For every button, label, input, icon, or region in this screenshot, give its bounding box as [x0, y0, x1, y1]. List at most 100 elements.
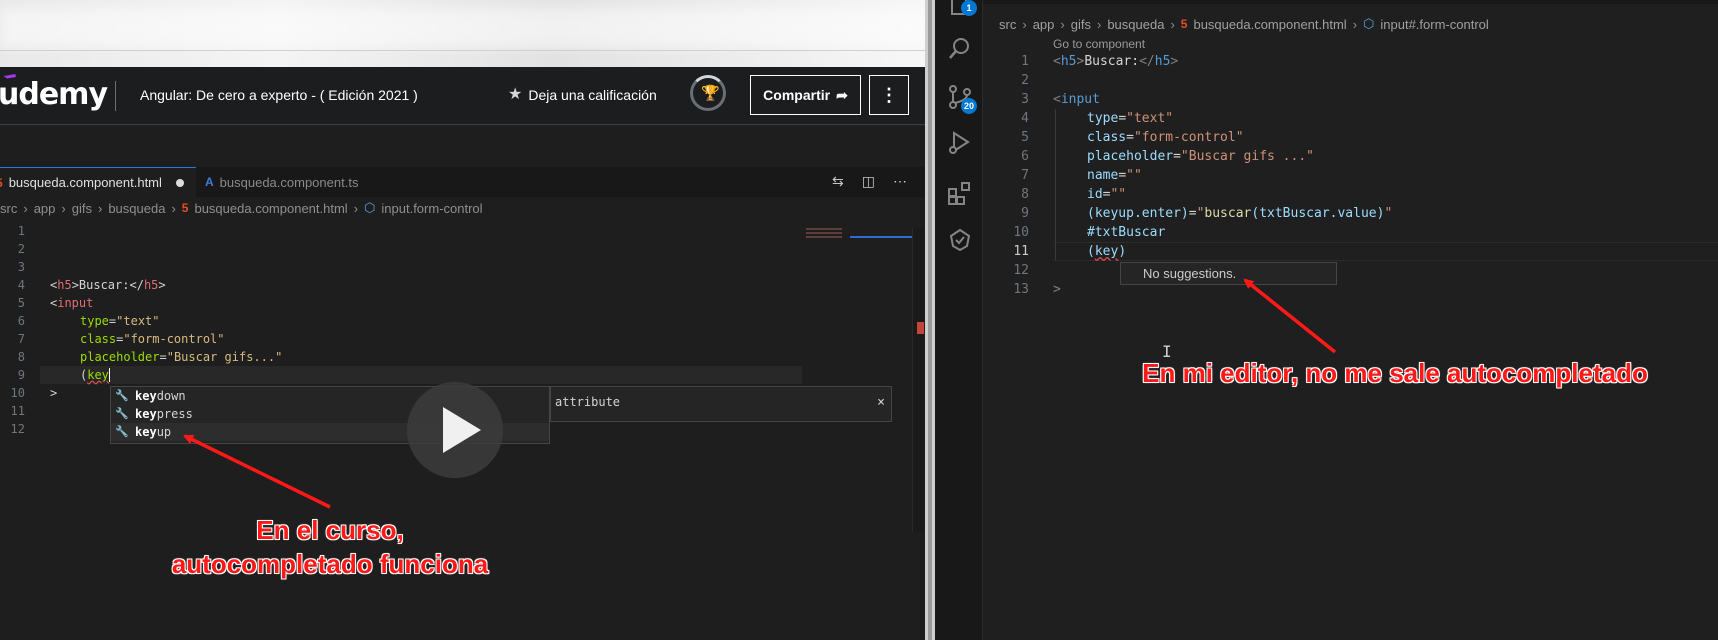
line-number: 4 [17, 278, 25, 292]
line-number: 6 [17, 314, 25, 328]
close-icon[interactable]: × [877, 395, 885, 410]
line-number: 7 [1021, 168, 1029, 183]
line-number: 9 [1021, 206, 1029, 221]
tab-label: busqueda.component.ts [219, 174, 359, 190]
explorer-badge: 1 [961, 0, 977, 16]
scrollbar[interactable] [912, 228, 924, 532]
breadcrumb: src › app › gifs › busqueda › 5 busqueda.com… [999, 16, 1489, 32]
line-number: 4 [1021, 111, 1029, 126]
code-line: <h5>Buscar:</h5> [1053, 54, 1179, 69]
breadcrumb-item[interactable]: gifs [1071, 17, 1091, 32]
line-number: 1 [17, 224, 25, 238]
code-line: class="form-control" [1087, 130, 1244, 145]
tab-busqueda-ts[interactable]: A busqueda.component.ts [205, 167, 395, 197]
editor-actions: ⇆ ◫ ⋯ [832, 173, 907, 190]
compare-changes-icon[interactable]: ⇆ [832, 173, 844, 190]
progress-trophy-button[interactable]: 🏆 [690, 75, 726, 111]
unsaved-dot-icon[interactable] [175, 178, 184, 187]
tab-label: busqueda.component.html [8, 175, 162, 190]
udemy-header: udemy Angular: De cero a experto - ( Edi… [0, 67, 925, 125]
udemy-video-panel: udemy Angular: De cero a experto - ( Edi… [0, 0, 925, 640]
line-number: 5 [17, 296, 25, 310]
line-number-active: 11 [1013, 244, 1029, 259]
line-number: 8 [1021, 187, 1029, 202]
rate-course-button[interactable]: ★ Deja una calificación [508, 86, 657, 104]
code-line: (keyup.enter)="buscar(txtBuscar.value)" [1087, 206, 1393, 221]
line-number: 12 [10, 422, 25, 436]
star-icon: ★ [508, 86, 523, 103]
line-number: 7 [17, 332, 25, 346]
annotation-line: autocompletado funciona [171, 549, 489, 579]
video-play-button[interactable] [407, 382, 503, 478]
explorer-icon[interactable]: 1 [947, 0, 977, 20]
breadcrumb-item[interactable]: src [999, 17, 1016, 32]
line-number: 1 [1021, 54, 1029, 69]
testing-icon[interactable] [947, 228, 973, 254]
minimap[interactable] [806, 228, 842, 238]
extensions-icon[interactable] [947, 180, 973, 206]
code-line: #txtBuscar [1087, 225, 1166, 240]
breadcrumb-item[interactable]: busqueda.component.html [194, 201, 347, 216]
html5-icon: 5 [0, 176, 3, 190]
header-divider [115, 81, 116, 111]
code-line: > [50, 386, 58, 400]
breadcrumb-item[interactable]: app [1033, 17, 1055, 32]
line-number: 2 [17, 242, 25, 256]
right-editor-tabs [983, 0, 1718, 4]
scm-badge: 20 [961, 98, 977, 114]
wrench-icon: 🔧 [115, 425, 129, 438]
code-line: (key [80, 368, 110, 382]
element-icon: ⬡ [364, 200, 376, 215]
run-debug-icon[interactable] [947, 130, 973, 156]
search-icon[interactable] [947, 36, 973, 62]
code-line: name="" [1087, 168, 1142, 183]
left-editor-tabs: 5 busqueda.component.html A busqueda.com… [0, 167, 925, 197]
breadcrumb-item[interactable]: busqueda [108, 201, 165, 216]
suggestion-detail-text: attribute [555, 395, 621, 409]
code-line: type="text" [1087, 111, 1174, 126]
line-number: 5 [1021, 130, 1029, 145]
minimap-cursor [850, 236, 912, 238]
line-number: 10 [1013, 225, 1029, 240]
line-number: 3 [17, 260, 25, 274]
annotation-right: En mi editor, no me sale autocompletado [1142, 358, 1648, 388]
course-title[interactable]: Angular: De cero a experto - ( Edición 2… [140, 87, 418, 103]
code-line: <input [50, 296, 94, 310]
share-arrow-icon: ➦ [836, 86, 848, 103]
html5-icon: 5 [1180, 17, 1188, 31]
split-editor-icon[interactable]: ◫ [862, 173, 875, 190]
code-line: <input [1053, 92, 1100, 107]
annotation-line: En el curso, [256, 515, 404, 545]
more-options-button[interactable]: ⋮ [869, 75, 909, 115]
udemy-logo[interactable]: udemy [0, 74, 108, 112]
line-number: 12 [1013, 263, 1029, 278]
annotation-left: En el curso, autocompletado funciona [140, 513, 520, 581]
wrench-icon: 🔧 [115, 389, 129, 402]
breadcrumb-item[interactable]: app [34, 201, 56, 216]
share-button[interactable]: Compartir ➦ [750, 75, 861, 115]
line-number: 3 [1021, 92, 1029, 107]
left-code-editor[interactable]: 1 2 3 4 <h5>Buscar:</h5> 5 <input 6 type… [0, 222, 915, 532]
vscode-panel: 1 20 src › app › gifs › busqueda › 5 busqued… [935, 0, 1718, 640]
breadcrumb-item[interactable]: gifs [72, 201, 92, 216]
code-line: (key) [1087, 244, 1127, 259]
activity-bar: 1 20 [935, 0, 983, 640]
breadcrumb-item[interactable]: input.form-control [381, 201, 482, 216]
wrench-icon: 🔧 [115, 407, 129, 420]
code-line: placeholder="Buscar gifs..." [80, 350, 283, 364]
source-control-icon[interactable]: 20 [947, 84, 977, 114]
go-to-component-codelens[interactable]: Go to component [1053, 37, 1145, 51]
tab-busqueda-html[interactable]: 5 busqueda.component.html [0, 167, 196, 197]
breadcrumb-item[interactable]: busqueda.component.html [1193, 17, 1346, 32]
breadcrumb-item[interactable]: busqueda [1107, 17, 1164, 32]
more-actions-icon[interactable]: ⋯ [893, 173, 907, 190]
browser-bookmarks-bar [0, 0, 925, 67]
window-divider [925, 0, 935, 640]
code-line: type="text" [80, 314, 160, 328]
line-number: 10 [10, 386, 25, 400]
breadcrumb-item[interactable]: src [0, 201, 17, 216]
share-label: Compartir [763, 87, 831, 103]
scrollbar-error-marker [917, 322, 924, 334]
breadcrumb-item[interactable]: input#.form-control [1380, 17, 1488, 32]
line-number: 2 [1021, 73, 1029, 88]
